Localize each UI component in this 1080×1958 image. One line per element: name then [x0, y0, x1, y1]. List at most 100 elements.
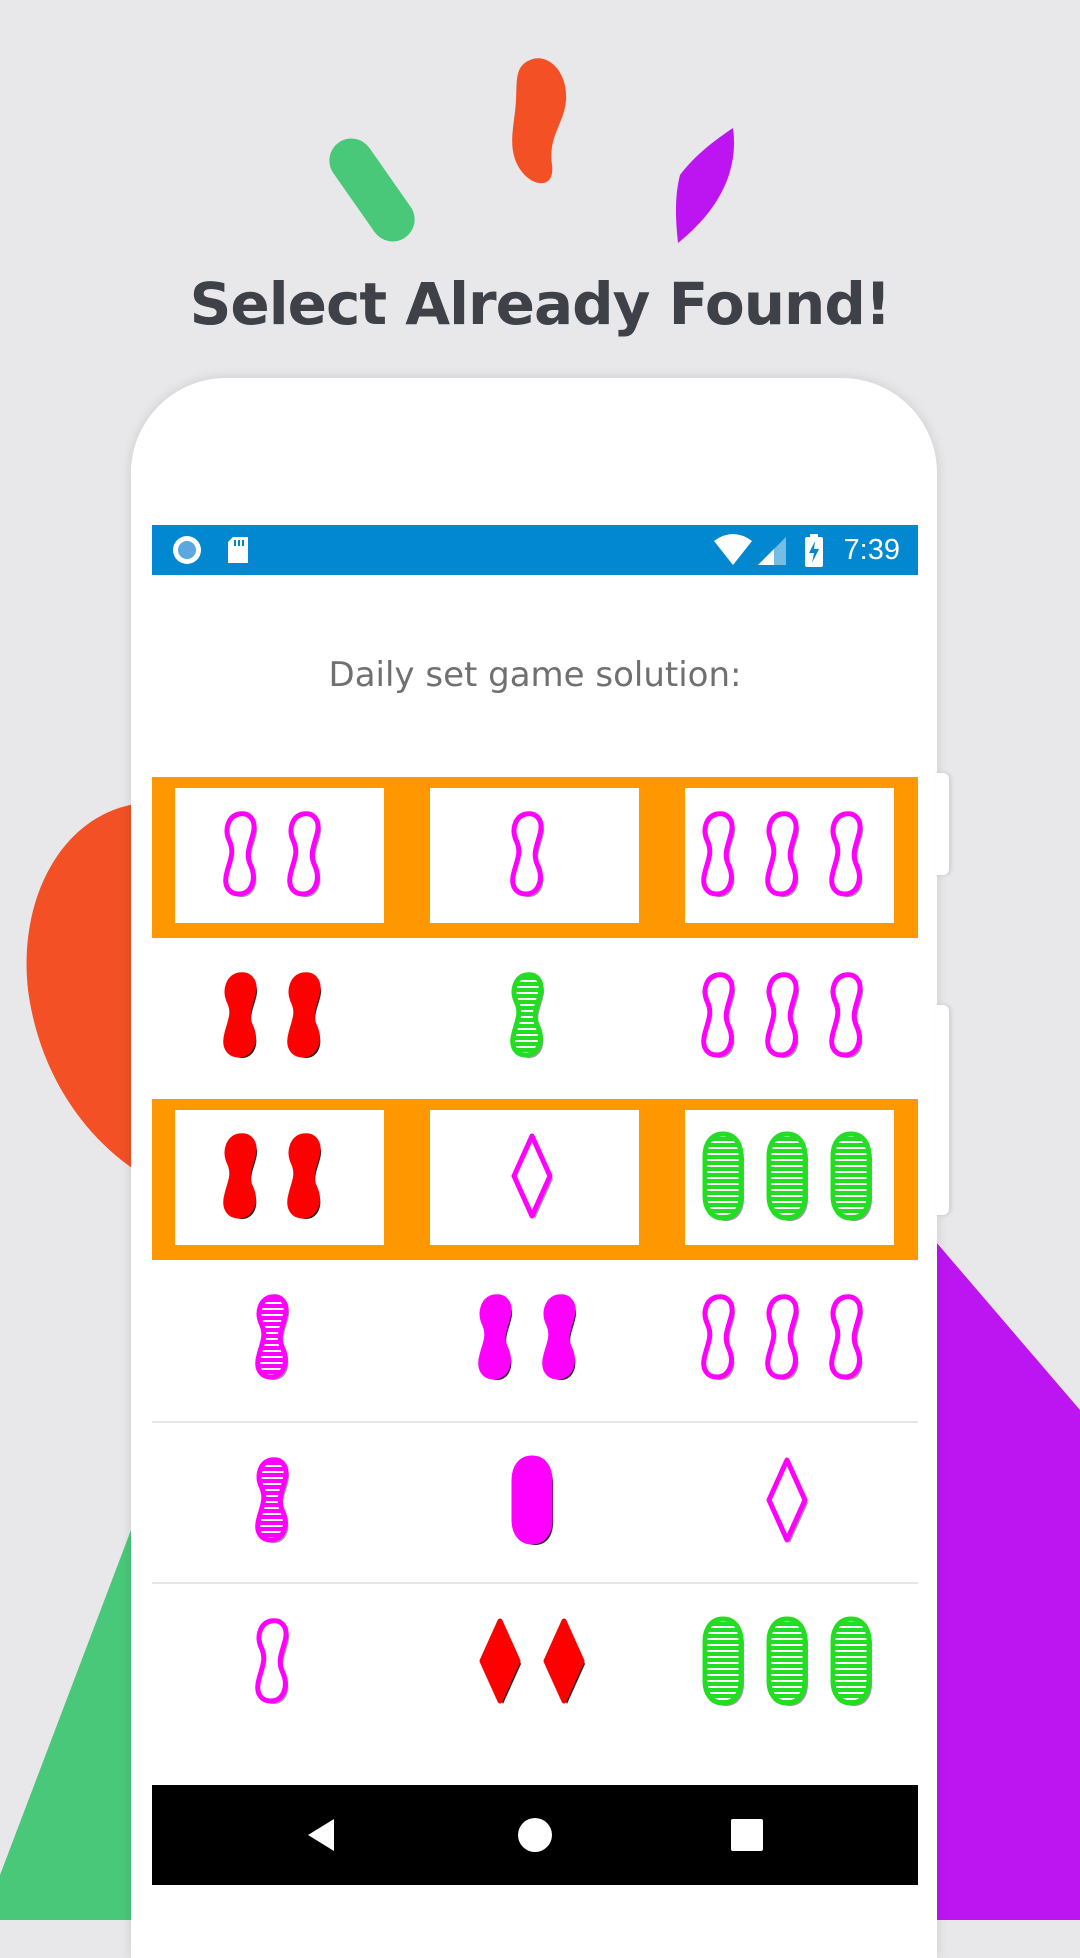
set-card[interactable]	[175, 1110, 384, 1245]
squiggle-symbol	[286, 971, 321, 1058]
set-card[interactable]	[175, 1434, 384, 1569]
squiggle-symbol	[254, 1293, 289, 1380]
set-card[interactable]	[685, 788, 894, 923]
set-card[interactable]	[430, 1110, 639, 1245]
set-card[interactable]	[175, 949, 384, 1084]
set-card[interactable]	[685, 1434, 894, 1569]
set-card[interactable]	[175, 1271, 384, 1406]
squiggle-symbol	[477, 1293, 512, 1380]
status-bar: 7:39	[152, 525, 918, 575]
sync-circle-icon	[173, 536, 201, 564]
set-card[interactable]	[430, 1595, 639, 1730]
squiggle-symbol	[764, 810, 799, 897]
squiggle-symbol	[828, 1293, 863, 1380]
recents-icon	[731, 1819, 763, 1851]
card-row	[152, 777, 918, 938]
set-card[interactable]	[430, 1434, 639, 1569]
set-card[interactable]	[430, 788, 639, 923]
diamond-symbol	[766, 1457, 808, 1543]
set-card[interactable]	[685, 1595, 894, 1730]
squiggle-symbol	[254, 1617, 289, 1704]
orange-confetti-shape	[512, 58, 567, 184]
diamond-symbol-group	[766, 1457, 808, 1543]
back-button[interactable]	[262, 1785, 382, 1885]
wifi-icon	[714, 534, 752, 565]
oval-symbol	[702, 1131, 744, 1221]
navigation-bar	[152, 1785, 918, 1885]
squiggle-symbol-group	[254, 1617, 289, 1704]
set-card[interactable]	[175, 1595, 384, 1730]
phone-volume-button	[935, 773, 949, 875]
squiggle-symbol	[254, 1456, 289, 1543]
squiggle-symbol	[222, 810, 257, 897]
squiggle-symbol	[286, 810, 321, 897]
cell-signal-icon	[758, 537, 786, 565]
oval-symbol	[511, 1455, 553, 1545]
battery-charging-icon	[805, 534, 823, 567]
home-button[interactable]	[475, 1785, 595, 1885]
set-card[interactable]	[430, 949, 639, 1084]
screen-title: Daily set game solution:	[328, 655, 742, 695]
set-card[interactable]	[430, 1271, 639, 1406]
orange-blob-shape	[26, 805, 135, 1170]
squiggle-symbol-group	[700, 810, 863, 897]
card-row	[152, 1582, 918, 1743]
squiggle-symbol-group	[222, 810, 321, 897]
squiggle-symbol	[828, 971, 863, 1058]
phone-power-button	[935, 1005, 949, 1215]
home-icon	[518, 1818, 552, 1852]
oval-symbol	[766, 1131, 808, 1221]
card-row	[152, 1260, 918, 1421]
oval-symbol-group	[511, 1455, 553, 1545]
set-card[interactable]	[175, 788, 384, 923]
squiggle-symbol	[764, 971, 799, 1058]
diamond-symbol	[511, 1133, 553, 1219]
headline: Select Already Found!	[189, 270, 892, 338]
squiggle-symbol	[700, 971, 735, 1058]
squiggle-symbol-group	[254, 1293, 289, 1380]
oval-symbol-group	[702, 1131, 872, 1221]
card-row	[152, 1421, 918, 1582]
squiggle-symbol-group	[254, 1456, 289, 1543]
green-wedge-shape	[0, 1530, 131, 1920]
squiggle-symbol	[222, 1132, 257, 1219]
card-row	[152, 1099, 918, 1260]
purple-confetti-shape	[675, 128, 735, 243]
squiggle-symbol	[700, 810, 735, 897]
set-card[interactable]	[685, 1110, 894, 1245]
squiggle-symbol	[541, 1293, 576, 1380]
oval-symbol-group	[702, 1616, 872, 1706]
squiggle-symbol-group	[509, 971, 544, 1058]
squiggle-symbol-group	[509, 810, 544, 897]
squiggle-symbol	[764, 1293, 799, 1380]
squiggle-symbol	[222, 971, 257, 1058]
diamond-symbol-group	[479, 1618, 585, 1704]
diamond-symbol	[479, 1618, 521, 1704]
diamond-symbol-group	[511, 1133, 553, 1219]
oval-symbol	[766, 1616, 808, 1706]
sd-card-icon	[228, 537, 248, 563]
card-row	[152, 938, 918, 1099]
diamond-symbol	[543, 1618, 585, 1704]
squiggle-symbol-group	[477, 1293, 576, 1380]
back-icon	[308, 1819, 334, 1851]
squiggle-symbol-group	[222, 971, 321, 1058]
oval-symbol	[702, 1616, 744, 1706]
phone-screen: 7:39 Daily set game solution:	[152, 525, 918, 1885]
squiggle-symbol-group	[700, 1293, 863, 1380]
squiggle-symbol	[509, 810, 544, 897]
oval-symbol	[830, 1616, 872, 1706]
set-card[interactable]	[685, 949, 894, 1084]
status-time: 7:39	[843, 534, 900, 566]
card-grid	[152, 777, 918, 1743]
squiggle-symbol	[509, 971, 544, 1058]
squiggle-symbol-group	[222, 1132, 321, 1219]
oval-symbol	[830, 1131, 872, 1221]
set-card[interactable]	[685, 1271, 894, 1406]
squiggle-symbol	[286, 1132, 321, 1219]
squiggle-symbol-group	[700, 971, 863, 1058]
recents-button[interactable]	[687, 1785, 807, 1885]
squiggle-symbol	[700, 1293, 735, 1380]
green-confetti-shape	[329, 138, 415, 242]
squiggle-symbol	[828, 810, 863, 897]
